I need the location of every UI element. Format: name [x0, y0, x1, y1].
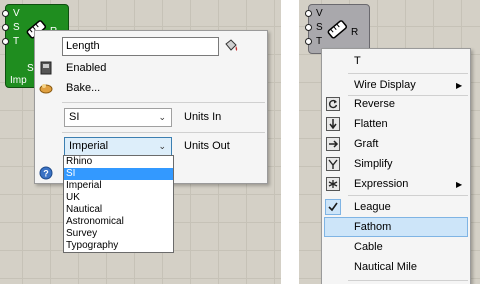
left-grip-v[interactable]: [2, 10, 9, 17]
left-component-label-2: Imp: [10, 75, 27, 86]
right-context-menu: T Wire Display ▶ Reverse Flatten Graft S…: [321, 48, 471, 284]
paint-bucket-icon[interactable]: [223, 38, 239, 54]
separator: [348, 195, 468, 196]
graft-icon: [326, 137, 340, 151]
submenu-arrow-icon: ▶: [456, 81, 463, 90]
menu-item-wire-display[interactable]: Wire Display: [354, 78, 416, 92]
bake-icon: [39, 84, 53, 94]
units-out-options-list[interactable]: Rhino SI Imperial UK Nautical Astronomic…: [63, 155, 174, 253]
option-typography[interactable]: Typography: [64, 240, 173, 252]
name-field[interactable]: Length: [62, 37, 219, 56]
units-in-label: Units In: [184, 111, 222, 123]
right-grip-t[interactable]: [305, 38, 312, 45]
separator: [348, 73, 468, 74]
menu-item-cable[interactable]: Cable: [354, 240, 383, 254]
units-in-value: SI: [69, 111, 80, 123]
right-output-r: R: [351, 27, 359, 38]
units-in-select[interactable]: SI ⌄: [64, 108, 172, 127]
units-out-select[interactable]: Imperial ⌄: [64, 137, 172, 156]
expression-icon: [326, 177, 340, 191]
menu-gutter: [35, 31, 59, 183]
left-component-label-1: S: [27, 63, 34, 74]
menu-item-nautical-mile[interactable]: Nautical Mile: [354, 260, 417, 274]
separator: [348, 95, 468, 96]
separator: [62, 102, 265, 103]
left-input-v: V: [13, 8, 20, 19]
right-input-t: T: [316, 36, 323, 47]
chevron-down-icon: ⌄: [158, 112, 166, 122]
right-canvas[interactable]: V S T R T Wire Display ▶ Reverse Flatten: [299, 0, 480, 284]
left-canvas[interactable]: V S T R S Imp Length Enabled Bake...: [0, 0, 281, 284]
menu-item-expression[interactable]: Expression: [354, 177, 408, 191]
option-astronomical[interactable]: Astronomical: [64, 216, 173, 228]
option-nautical[interactable]: Nautical: [64, 204, 173, 216]
menu-item-fathom[interactable]: [324, 217, 468, 237]
chevron-down-icon: ⌄: [158, 141, 166, 151]
right-grip-v[interactable]: [305, 10, 312, 17]
left-grip-t[interactable]: [2, 38, 9, 45]
separator: [62, 132, 265, 133]
bake-item[interactable]: Bake...: [66, 81, 100, 95]
menu-item-simplify[interactable]: Simplify: [354, 157, 393, 171]
menu-item-league[interactable]: League: [354, 200, 391, 214]
submenu-arrow-icon: ▶: [456, 180, 463, 189]
separator: [348, 280, 468, 281]
help-icon[interactable]: ?: [39, 166, 53, 180]
enabled-item[interactable]: Enabled: [66, 61, 106, 75]
svg-text:?: ?: [43, 169, 49, 179]
simplify-icon: [326, 157, 340, 171]
flatten-icon: [326, 117, 340, 131]
right-input-s: S: [316, 22, 323, 33]
left-input-s: S: [13, 22, 20, 33]
option-uk[interactable]: UK: [64, 192, 173, 204]
menu-item-graft[interactable]: Graft: [354, 137, 378, 151]
right-input-v: V: [316, 8, 323, 19]
menu-item-reverse[interactable]: Reverse: [354, 97, 395, 111]
left-input-t: T: [13, 36, 20, 47]
reverse-icon: [326, 97, 340, 111]
option-survey[interactable]: Survey: [64, 228, 173, 240]
measuring-tape-icon: [327, 20, 348, 39]
right-grip-s[interactable]: [305, 24, 312, 31]
units-out-value: Imperial: [69, 140, 109, 152]
option-imperial[interactable]: Imperial: [64, 180, 173, 192]
option-si[interactable]: SI: [64, 168, 173, 180]
menu-item-flatten[interactable]: Flatten: [354, 117, 388, 131]
units-out-label: Units Out: [184, 140, 230, 152]
option-rhino[interactable]: Rhino: [64, 156, 173, 168]
menu-item-t[interactable]: T: [354, 54, 361, 68]
left-grip-s[interactable]: [2, 24, 9, 31]
enabled-icon: [40, 61, 52, 75]
checkmark-icon: [325, 199, 341, 215]
menu-item-fathom-label: Fathom: [354, 221, 392, 233]
